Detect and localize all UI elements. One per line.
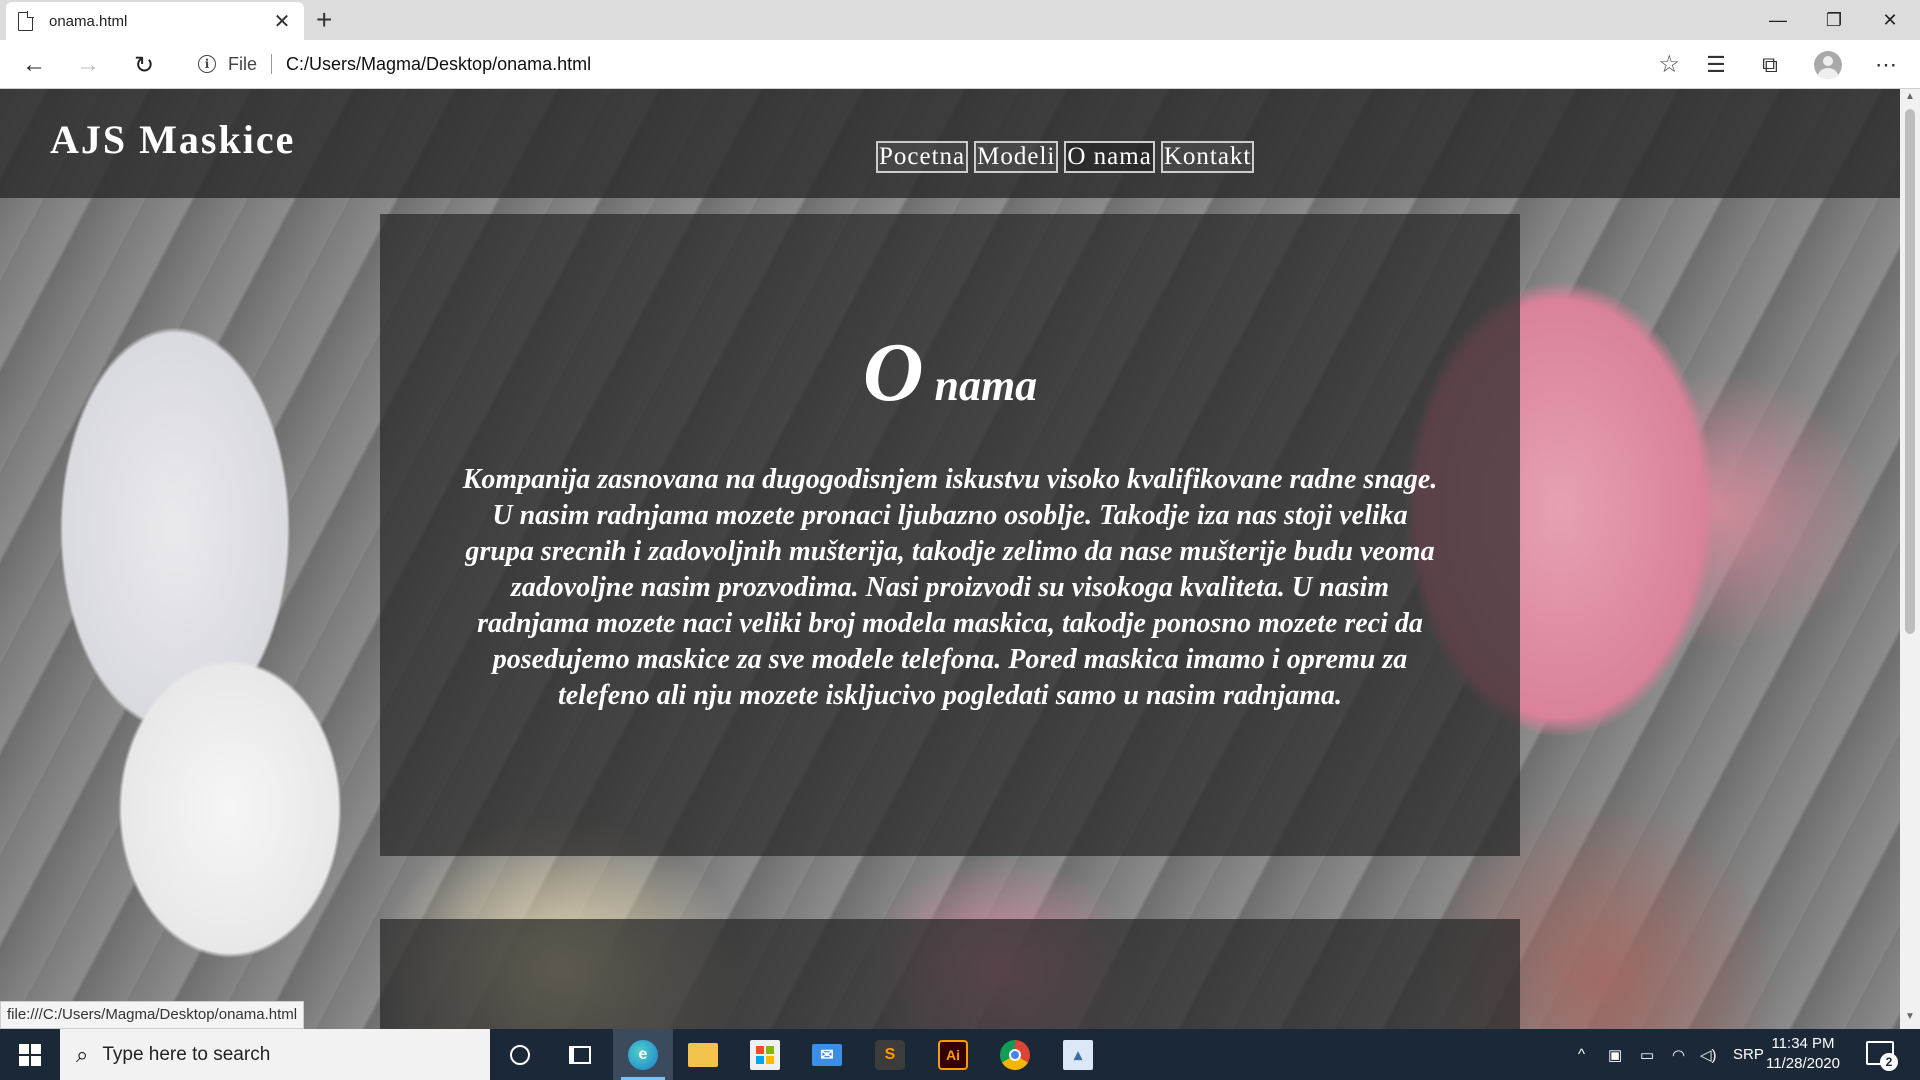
- site-header: AJS Maskice Pocetna Modeli O nama Kontak…: [0, 89, 1900, 198]
- action-center-icon[interactable]: 2: [1866, 1041, 1898, 1071]
- close-window-icon[interactable]: ✕: [1862, 0, 1918, 40]
- search-icon: ⌕: [76, 1041, 89, 1067]
- refresh-icon[interactable]: ↻: [126, 48, 162, 82]
- about-title-rest: nama: [923, 361, 1038, 410]
- second-section: [380, 919, 1520, 1029]
- scroll-up-arrow-icon[interactable]: ▲: [1900, 91, 1920, 107]
- about-paragraph: Kompanija zasnovana na dugogodisnjem isk…: [462, 464, 1438, 711]
- sublime-text-icon[interactable]: S: [860, 1029, 920, 1080]
- page-viewport: AJS Maskice Pocetna Modeli O nama Kontak…: [0, 89, 1900, 1029]
- photos-icon[interactable]: ▴: [1048, 1029, 1108, 1080]
- browser-toolbar: ← → ↻ i File C:/Users/Magma/Desktop/onam…: [0, 40, 1920, 89]
- clock-date: 11/28/2020: [1766, 1055, 1840, 1072]
- nav-link-o-nama[interactable]: O nama: [1064, 141, 1155, 173]
- new-tab-button[interactable]: +: [316, 4, 332, 36]
- about-title-initial: O: [862, 326, 924, 419]
- file-explorer-icon[interactable]: [673, 1029, 733, 1080]
- page-icon: [18, 10, 34, 31]
- restore-icon[interactable]: ❐: [1806, 0, 1862, 40]
- system-clock[interactable]: 11:34 PM 11/28/2020: [1758, 1034, 1848, 1074]
- favorite-star-icon[interactable]: ☆: [1658, 50, 1680, 79]
- favorites-list-icon[interactable]: ☰: [1696, 48, 1736, 82]
- browser-tab[interactable]: onama.html ✕: [6, 2, 304, 40]
- about-section: O nama Kompanija zasnovana na dugogodisn…: [380, 214, 1520, 856]
- scroll-thumb[interactable]: [1905, 109, 1915, 634]
- wifi-icon[interactable]: ◠: [1672, 1029, 1685, 1080]
- security-icon[interactable]: ▣: [1608, 1029, 1622, 1080]
- back-arrow-icon[interactable]: ←: [16, 48, 52, 82]
- store-icon[interactable]: [735, 1029, 795, 1080]
- search-placeholder: Type here to search: [102, 1043, 271, 1065]
- minimize-icon[interactable]: —: [1750, 0, 1806, 40]
- nav-link-modeli[interactable]: Modeli: [974, 141, 1059, 173]
- profile-button[interactable]: [1808, 48, 1848, 82]
- site-logo[interactable]: AJS Maskice: [50, 116, 295, 163]
- address-separator: [271, 54, 273, 74]
- notification-badge: 2: [1880, 1053, 1898, 1071]
- page-scrollbar[interactable]: ▲ ▼: [1900, 89, 1920, 1029]
- close-tab-icon[interactable]: ✕: [272, 9, 292, 34]
- show-hidden-icons-icon[interactable]: ^: [1578, 1029, 1585, 1080]
- task-view-icon[interactable]: [550, 1029, 610, 1080]
- status-bar-url: file:///C:/Users/Magma/Desktop/onama.htm…: [0, 1001, 305, 1029]
- volume-icon[interactable]: ◁): [1700, 1029, 1717, 1080]
- url-text[interactable]: C:/Users/Magma/Desktop/onama.html: [286, 54, 591, 75]
- collections-icon[interactable]: ⧉: [1750, 48, 1790, 82]
- browser-tab-strip: onama.html ✕ + — ❐ ✕: [0, 0, 1920, 40]
- cortana-icon[interactable]: [490, 1029, 550, 1080]
- forward-arrow-icon[interactable]: →: [70, 48, 106, 82]
- info-icon[interactable]: i: [198, 55, 216, 73]
- protocol-label: File: [228, 53, 258, 74]
- nav-link-kontakt[interactable]: Kontakt: [1160, 141, 1255, 173]
- tab-title: onama.html: [49, 12, 128, 30]
- illustrator-icon[interactable]: Ai: [923, 1029, 983, 1080]
- nav-link-pocetna[interactable]: Pocetna: [876, 141, 969, 173]
- scroll-down-arrow-icon[interactable]: ▼: [1900, 1011, 1920, 1027]
- about-title: O nama: [380, 324, 1520, 421]
- windows-taskbar: ⌕ Type here to search e ✉ S Ai ▴ ^ ▣ ▭ ◠…: [0, 1029, 1920, 1080]
- chrome-icon[interactable]: [985, 1029, 1045, 1080]
- taskbar-search[interactable]: ⌕ Type here to search: [60, 1029, 490, 1080]
- battery-icon[interactable]: ▭: [1640, 1029, 1654, 1080]
- mail-icon[interactable]: ✉: [797, 1029, 857, 1080]
- start-button[interactable]: [0, 1029, 60, 1080]
- site-nav: Pocetna Modeli O nama Kontakt: [876, 141, 1255, 173]
- clock-time: 11:34 PM: [1771, 1035, 1835, 1052]
- more-options-icon[interactable]: ⋯: [1866, 48, 1906, 82]
- edge-icon[interactable]: e: [613, 1029, 673, 1080]
- windows-logo-icon: [19, 1043, 41, 1066]
- avatar: [1814, 51, 1842, 79]
- address-bar[interactable]: i File C:/Users/Magma/Desktop/onama.html…: [180, 46, 1680, 82]
